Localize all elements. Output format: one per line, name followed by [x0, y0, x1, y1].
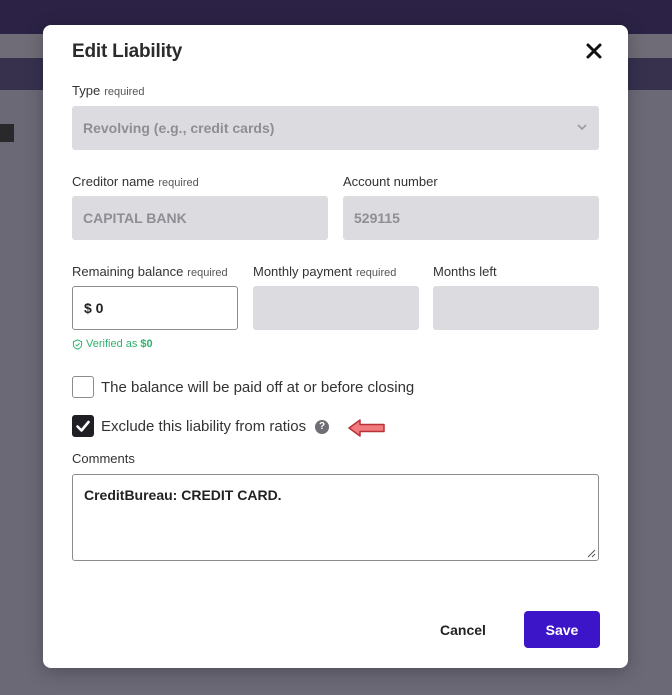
- creditor-name-field[interactable]: CAPITAL BANK: [72, 196, 328, 240]
- remaining-balance-value: $ 0: [84, 300, 104, 316]
- months-label: Months left: [433, 264, 497, 279]
- verified-text: Verified as: [86, 338, 138, 350]
- balance-label: Remaining balance required: [72, 264, 228, 279]
- creditor-label: Creditor name required: [72, 174, 199, 189]
- comments-label: Comments: [72, 451, 135, 466]
- monthly-payment-field[interactable]: [253, 286, 419, 330]
- exclude-ratios-label: Exclude this liability from ratios: [101, 418, 307, 435]
- comments-textarea[interactable]: CreditBureau: CREDIT CARD.: [72, 474, 599, 561]
- modal-title: Edit Liability: [72, 41, 183, 62]
- months-left-field[interactable]: [433, 286, 599, 330]
- edit-liability-modal: Edit Liability Type required Revolving (e…: [43, 25, 628, 668]
- comments-value: CreditBureau: CREDIT CARD.: [84, 487, 282, 503]
- paid-off-label: The balance will be paid off at or befor…: [101, 379, 415, 396]
- type-select-value: Revolving (e.g., credit cards): [83, 120, 275, 136]
- verified-note: Verified as $0: [72, 338, 153, 350]
- save-button[interactable]: Save: [524, 611, 600, 648]
- resize-handle-icon[interactable]: [587, 549, 596, 558]
- shield-check-icon: [72, 338, 83, 350]
- account-number-field[interactable]: 529115: [343, 196, 599, 240]
- annotation-arrow-icon: [348, 419, 385, 437]
- account-number-value: 529115: [354, 210, 400, 226]
- close-icon[interactable]: [584, 41, 604, 61]
- payment-label: Monthly payment required: [253, 264, 397, 279]
- remaining-balance-field[interactable]: $ 0: [72, 286, 238, 330]
- type-select[interactable]: Revolving (e.g., credit cards): [72, 106, 599, 150]
- checkmark-icon: [76, 420, 90, 432]
- chevron-down-icon: [577, 124, 587, 131]
- paid-off-checkbox[interactable]: [72, 376, 94, 398]
- exclude-ratios-checkbox[interactable]: [72, 415, 94, 437]
- creditor-name-value: CAPITAL BANK: [83, 210, 187, 226]
- type-label: Type required: [72, 83, 145, 98]
- help-icon[interactable]: ?: [315, 420, 329, 434]
- account-label: Account number: [343, 174, 438, 189]
- verified-value: $0: [140, 338, 153, 350]
- cancel-button[interactable]: Cancel: [440, 622, 486, 638]
